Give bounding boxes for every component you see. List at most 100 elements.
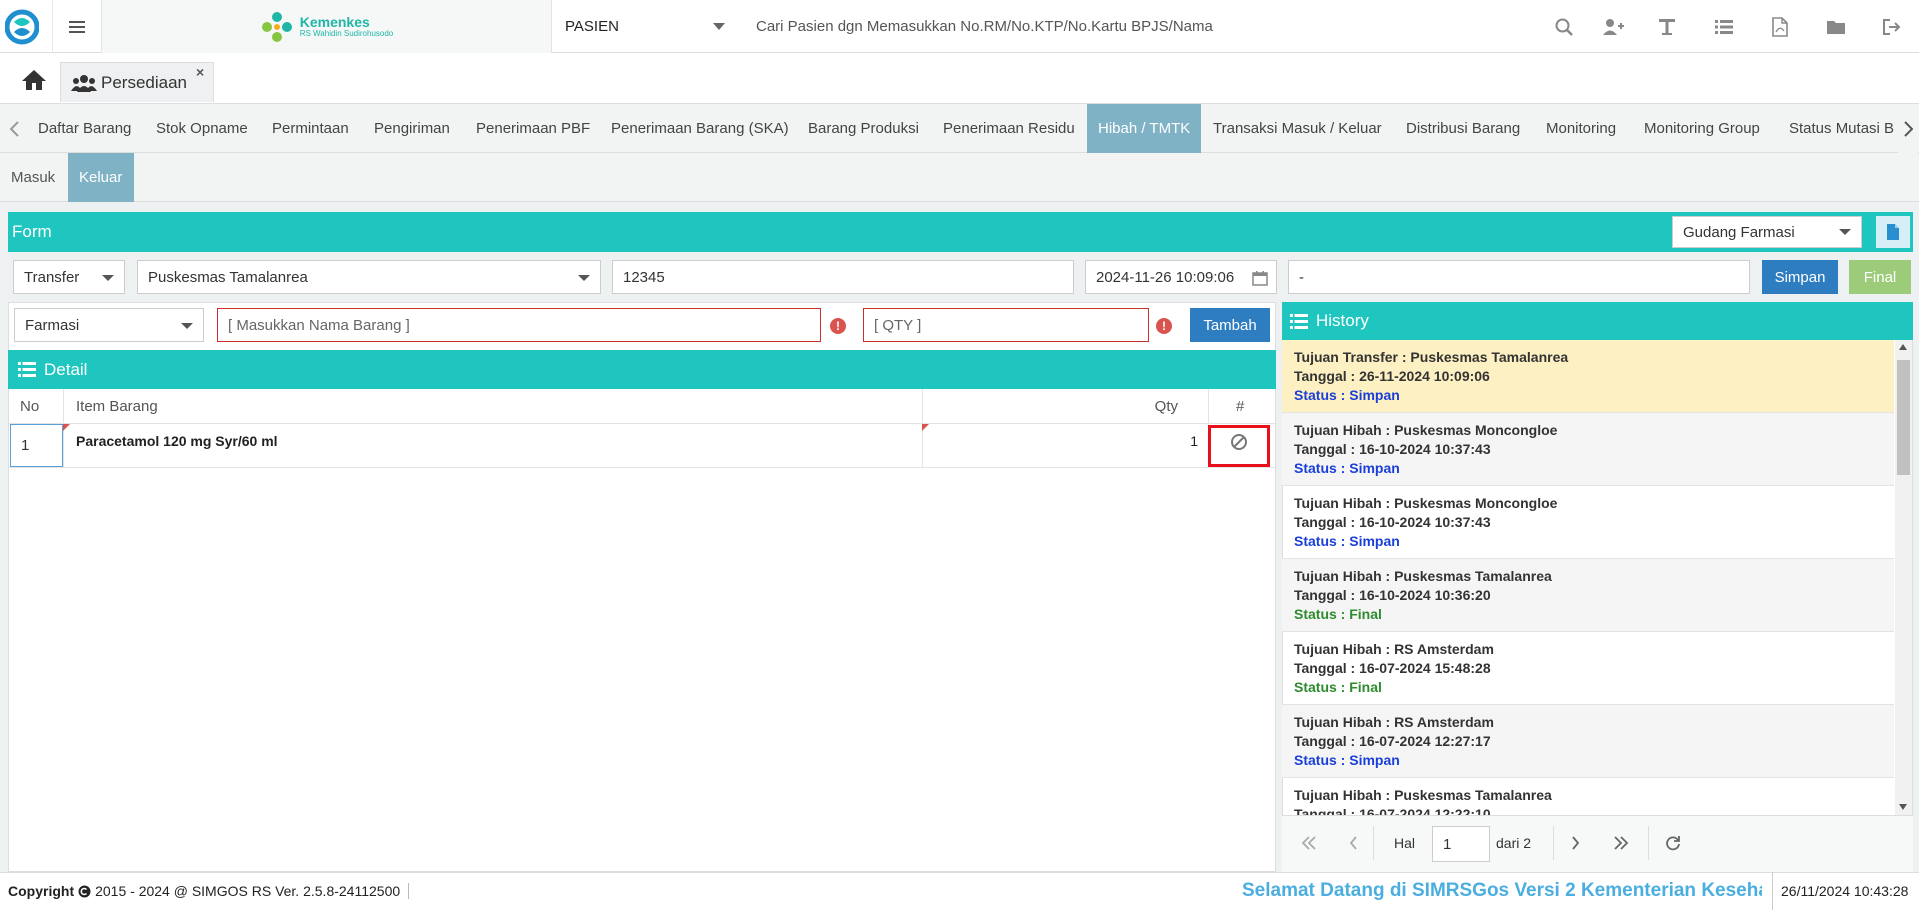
history-status: Status : Simpan bbox=[1294, 460, 1400, 476]
detail-header: Detail bbox=[8, 350, 1276, 389]
previous-page-icon[interactable] bbox=[1342, 826, 1364, 860]
menu-barang-produksi[interactable]: Barang Produksi bbox=[797, 104, 930, 153]
tujuan-select[interactable]: Puskesmas Tamalanrea bbox=[137, 260, 601, 294]
ban-icon bbox=[1231, 434, 1247, 450]
kategori-value: Farmasi bbox=[25, 316, 80, 334]
tujuan-value: Puskesmas Tamalanrea bbox=[148, 268, 308, 286]
menu-pengiriman[interactable]: Pengiriman bbox=[363, 104, 461, 153]
error-icon: ! bbox=[1156, 318, 1172, 334]
detail-table-header bbox=[9, 389, 1275, 424]
error-icon: ! bbox=[830, 318, 846, 334]
jenis-transaksi-select[interactable]: Transfer bbox=[13, 260, 125, 294]
kategori-select[interactable]: Farmasi bbox=[14, 308, 204, 342]
close-tab-icon[interactable]: × bbox=[196, 64, 204, 80]
scroll-up-icon[interactable] bbox=[1899, 344, 1907, 350]
hamburger-menu-button[interactable] bbox=[52, 0, 102, 53]
first-page-icon[interactable] bbox=[1296, 826, 1322, 860]
patient-type-select[interactable]: PASIEN bbox=[553, 0, 733, 53]
delete-row-button[interactable] bbox=[1208, 425, 1270, 467]
brand-subtitle: RS Wahidin Sudirohusodo bbox=[299, 29, 394, 38]
menu-stok-opname[interactable]: Stok Opname bbox=[145, 104, 259, 153]
menu-icon bbox=[69, 20, 85, 33]
add-user-icon[interactable] bbox=[1600, 14, 1626, 40]
chevron-down-icon bbox=[578, 275, 590, 281]
chevron-down-icon bbox=[102, 275, 114, 281]
history-tujuan: Tujuan Hibah : RS Amsterdam bbox=[1294, 714, 1494, 730]
subtab-masuk[interactable]: Masuk bbox=[0, 153, 66, 202]
history-item[interactable]: Tujuan Hibah : Puskesmas Tamalanrea Tang… bbox=[1282, 778, 1894, 815]
tanggal-input[interactable]: 2024-11-26 10:09:06 bbox=[1085, 260, 1277, 294]
refresh-icon[interactable] bbox=[1660, 826, 1686, 860]
row-item-cell[interactable]: Paracetamol 120 mg Syr/60 ml bbox=[76, 424, 278, 458]
history-list: Tujuan Transfer : Puskesmas Tamalanrea T… bbox=[1282, 340, 1894, 815]
patient-search-input[interactable]: Cari Pasien dgn Memasukkan No.RM/No.KTP/… bbox=[756, 0, 1213, 53]
copyright-label: Copyright bbox=[8, 883, 75, 899]
logout-icon[interactable] bbox=[1879, 14, 1905, 40]
tab-persediaan-label: Persediaan bbox=[101, 72, 188, 92]
menu-penerimaan-pbf[interactable]: Penerimaan PBF bbox=[465, 104, 601, 153]
scroll-down-icon[interactable] bbox=[1899, 804, 1907, 810]
calendar-icon[interactable] bbox=[1252, 270, 1268, 286]
history-item[interactable]: Tujuan Hibah : Puskesmas Moncongloe Tang… bbox=[1282, 486, 1894, 559]
menu-penerimaan-residu[interactable]: Penerimaan Residu bbox=[932, 104, 1086, 153]
history-item[interactable]: Tujuan Transfer : Puskesmas Tamalanrea T… bbox=[1282, 340, 1894, 413]
text-icon[interactable] bbox=[1654, 14, 1680, 40]
welcome-marquee: Selamat Datang di SIMRSGos Versi 2 Kemen… bbox=[1242, 880, 1762, 901]
menu-hibah-tmtk[interactable]: Hibah / TMTK bbox=[1087, 104, 1201, 153]
next-page-icon[interactable] bbox=[1564, 826, 1586, 860]
menu-permintaan[interactable]: Permintaan bbox=[261, 104, 360, 153]
kemenkes-logo-icon bbox=[261, 11, 292, 42]
history-item[interactable]: Tujuan Hibah : Puskesmas Tamalanrea Tang… bbox=[1282, 559, 1894, 632]
column-item-barang: Item Barang bbox=[76, 398, 158, 415]
row-no-cell[interactable]: 1 bbox=[10, 424, 63, 467]
menu-status-mutasi[interactable]: Status Mutasi B bbox=[1778, 104, 1898, 153]
home-button[interactable] bbox=[14, 62, 54, 98]
menu-penerimaan-barang-ska[interactable]: Penerimaan Barang (SKA) bbox=[600, 104, 800, 153]
row-qty-cell[interactable]: 1 bbox=[1150, 424, 1198, 458]
history-header: History bbox=[1282, 302, 1913, 340]
nomor-input[interactable]: 12345 bbox=[612, 260, 1074, 294]
app-logo[interactable] bbox=[0, 0, 44, 53]
history-status: Status : Simpan bbox=[1294, 387, 1400, 403]
keterangan-input[interactable]: - bbox=[1288, 260, 1750, 294]
menu-daftar-barang[interactable]: Daftar Barang bbox=[27, 104, 142, 153]
history-tujuan: Tujuan Hibah : Puskesmas Moncongloe bbox=[1294, 495, 1558, 511]
pdf-file-icon[interactable] bbox=[1767, 14, 1793, 40]
list-icon[interactable] bbox=[1711, 14, 1737, 40]
page-number-input[interactable]: 1 bbox=[1432, 826, 1490, 862]
qty-input[interactable]: [ QTY ] bbox=[863, 308, 1149, 342]
final-button[interactable]: Final bbox=[1849, 260, 1911, 294]
dirty-cell-marker bbox=[63, 424, 70, 431]
new-document-button[interactable] bbox=[1876, 216, 1910, 248]
history-status: Status : Simpan bbox=[1294, 533, 1400, 549]
last-page-icon[interactable] bbox=[1608, 826, 1634, 860]
history-tujuan: Tujuan Hibah : Puskesmas Tamalanrea bbox=[1294, 787, 1552, 803]
history-tujuan: Tujuan Transfer : Puskesmas Tamalanrea bbox=[1294, 349, 1569, 365]
history-item[interactable]: Tujuan Hibah : RS Amsterdam Tanggal : 16… bbox=[1282, 705, 1894, 778]
tambah-button[interactable]: Tambah bbox=[1190, 308, 1270, 342]
page-count-label: dari 2 bbox=[1496, 835, 1532, 851]
menu-monitoring-group[interactable]: Monitoring Group bbox=[1633, 104, 1771, 153]
history-item[interactable]: Tujuan Hibah : RS Amsterdam Tanggal : 16… bbox=[1282, 632, 1894, 705]
brand-logo: Kemenkes RS Wahidin Sudirohusodo bbox=[102, 0, 552, 53]
home-icon bbox=[22, 70, 46, 90]
chevron-right-icon[interactable] bbox=[1898, 104, 1918, 153]
scrollbar-thumb[interactable] bbox=[1897, 360, 1910, 475]
history-item[interactable]: Tujuan Hibah : Puskesmas Moncongloe Tang… bbox=[1282, 413, 1894, 486]
folder-icon[interactable] bbox=[1823, 14, 1849, 40]
menu-monitoring[interactable]: Monitoring bbox=[1535, 104, 1627, 153]
menu-transaksi-masuk-keluar[interactable]: Transaksi Masuk / Keluar bbox=[1202, 104, 1393, 153]
history-tujuan: Tujuan Hibah : Puskesmas Moncongloe bbox=[1294, 422, 1558, 438]
nama-barang-input[interactable]: [ Masukkan Nama Barang ] bbox=[217, 308, 821, 342]
gudang-select[interactable]: Gudang Farmasi bbox=[1672, 216, 1862, 248]
subtab-keluar[interactable]: Keluar bbox=[68, 153, 134, 202]
simpan-button[interactable]: Simpan bbox=[1762, 260, 1838, 294]
search-icon[interactable] bbox=[1551, 14, 1577, 40]
history-status: Status : Final bbox=[1294, 679, 1382, 695]
tab-persediaan[interactable]: Persediaan bbox=[60, 62, 214, 102]
menu-distribusi-barang[interactable]: Distribusi Barang bbox=[1395, 104, 1531, 153]
history-tujuan: Tujuan Hibah : RS Amsterdam bbox=[1294, 641, 1494, 657]
history-tanggal: Tanggal : 16-07-2024 12:27:17 bbox=[1294, 733, 1491, 749]
chevron-left-icon[interactable] bbox=[4, 104, 24, 153]
pager-divider bbox=[1373, 826, 1374, 860]
